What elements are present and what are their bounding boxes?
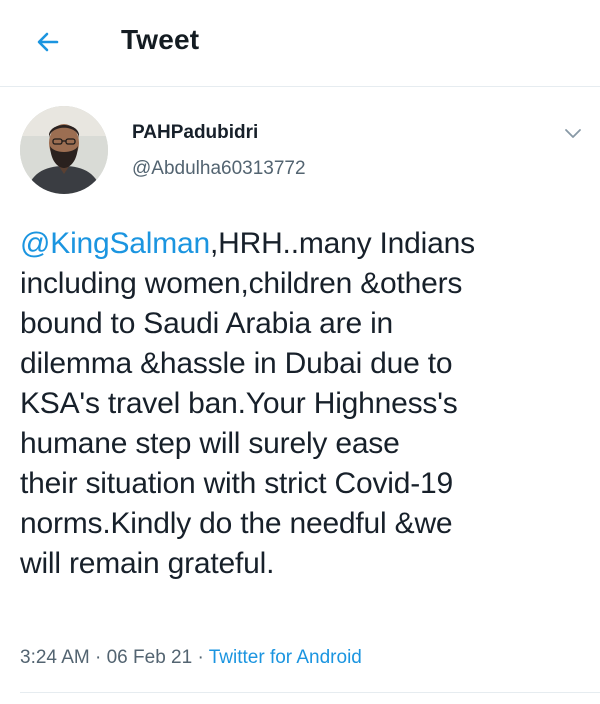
tweet-body: ,HRH..many Indians including women,child…	[20, 227, 475, 580]
tweet-metadata: 3:24 AM · 06 Feb 21 · Twitter for Androi…	[20, 647, 362, 669]
top-bar: Tweet	[0, 0, 600, 87]
back-arrow-icon[interactable]	[30, 24, 66, 60]
chevron-down-icon[interactable]	[561, 121, 585, 145]
author-handle[interactable]: @Abdulha60313772	[132, 158, 306, 180]
tweet-date: 06 Feb 21	[106, 647, 193, 668]
divider	[20, 692, 600, 693]
mention-link[interactable]: @KingSalman	[20, 227, 210, 260]
separator: ·	[192, 647, 209, 668]
tweet-time: 3:24 AM	[20, 647, 90, 668]
author-display-name[interactable]: PAHPadubidri	[132, 122, 258, 144]
page-title: Tweet	[121, 24, 200, 55]
separator: ·	[89, 647, 107, 668]
avatar[interactable]	[20, 106, 108, 194]
tweet-text: @KingSalman,HRH..many Indians including …	[20, 224, 590, 584]
source-link[interactable]: Twitter for Android	[209, 647, 362, 668]
